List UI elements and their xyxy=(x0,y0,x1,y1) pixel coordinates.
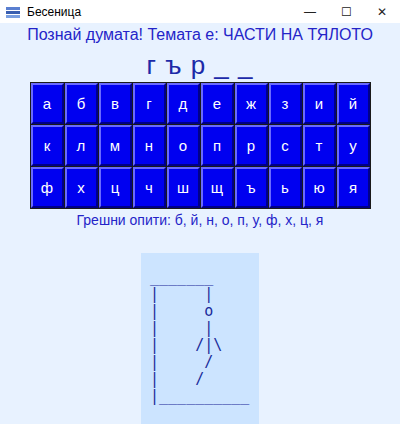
gallows-line: |__________ xyxy=(141,388,259,405)
letter-key[interactable]: х xyxy=(65,167,98,208)
gallows-drawing: _______ | | | o | | | /|\ | / | / |_____… xyxy=(141,269,259,405)
letter-key[interactable]: г xyxy=(133,83,166,124)
window-control-button[interactable]: ☐ xyxy=(328,5,364,19)
title-bar: Бесеница—☐✕ xyxy=(0,0,400,23)
letter-key[interactable]: м xyxy=(99,125,132,166)
letter-key[interactable]: ч xyxy=(133,167,166,208)
window-controls: —☐✕ xyxy=(292,5,400,19)
letter-key[interactable]: с xyxy=(269,125,302,166)
window: Бесеница—☐✕Познай думата! Темата е: ЧАСТ… xyxy=(0,0,400,424)
heading: Познай думата! Темата е: ЧАСТИ НА ТЯЛОТО xyxy=(27,25,373,45)
letter-key[interactable]: ю xyxy=(303,167,336,208)
letter-key[interactable]: ф xyxy=(31,167,64,208)
letter-key[interactable]: щ xyxy=(201,167,234,208)
letter-key[interactable]: з xyxy=(269,83,302,124)
letter-key[interactable]: т xyxy=(303,125,336,166)
letter-key[interactable]: а xyxy=(31,83,64,124)
letter-key[interactable]: у xyxy=(337,125,370,166)
letter-key[interactable]: я xyxy=(337,167,370,208)
letter-key[interactable]: п xyxy=(201,125,234,166)
gallows-line: | | xyxy=(141,320,259,337)
letter-key[interactable]: д xyxy=(167,83,200,124)
app-icon xyxy=(5,4,21,20)
game-area: Познай думата! Темата е: ЧАСТИ НА ТЯЛОТО… xyxy=(0,23,400,424)
letter-key[interactable]: и xyxy=(303,83,336,124)
letter-key[interactable]: ц xyxy=(99,167,132,208)
gallows-panel: _______ | | | o | | | /|\ | / | / |_____… xyxy=(141,253,259,424)
letter-key[interactable]: н xyxy=(133,125,166,166)
letter-key[interactable]: р xyxy=(235,125,268,166)
letter-key[interactable]: й xyxy=(337,83,370,124)
window-title: Бесеница xyxy=(27,5,292,19)
gallows-line: | | xyxy=(141,286,259,303)
letter-key[interactable]: к xyxy=(31,125,64,166)
wrong-attempts: Грешни опити: б, й, н, о, п, у, ф, х, ц,… xyxy=(77,211,324,229)
gallows-line: | o xyxy=(141,303,259,320)
window-control-button[interactable]: — xyxy=(292,5,328,19)
letter-key[interactable]: ж xyxy=(235,83,268,124)
window-control-button[interactable]: ✕ xyxy=(364,5,400,19)
letter-key[interactable]: ш xyxy=(167,167,200,208)
letter-key[interactable]: ь xyxy=(269,167,302,208)
letter-key[interactable]: о xyxy=(167,125,200,166)
gallows-line: | /|\ xyxy=(141,337,259,354)
letter-key[interactable]: ъ xyxy=(235,167,268,208)
gallows-line: _______ xyxy=(141,269,259,286)
hidden-word: г ъ р _ _ xyxy=(146,49,253,81)
letter-key[interactable]: в xyxy=(99,83,132,124)
letter-key[interactable]: е xyxy=(201,83,234,124)
gallows-line: | / xyxy=(141,354,259,371)
letter-keyboard: абвгдежзий клмнопрсту фхцчшщъьюя xyxy=(30,82,371,209)
letter-key[interactable]: л xyxy=(65,125,98,166)
letter-key[interactable]: б xyxy=(65,83,98,124)
gallows-line: | / xyxy=(141,371,259,388)
